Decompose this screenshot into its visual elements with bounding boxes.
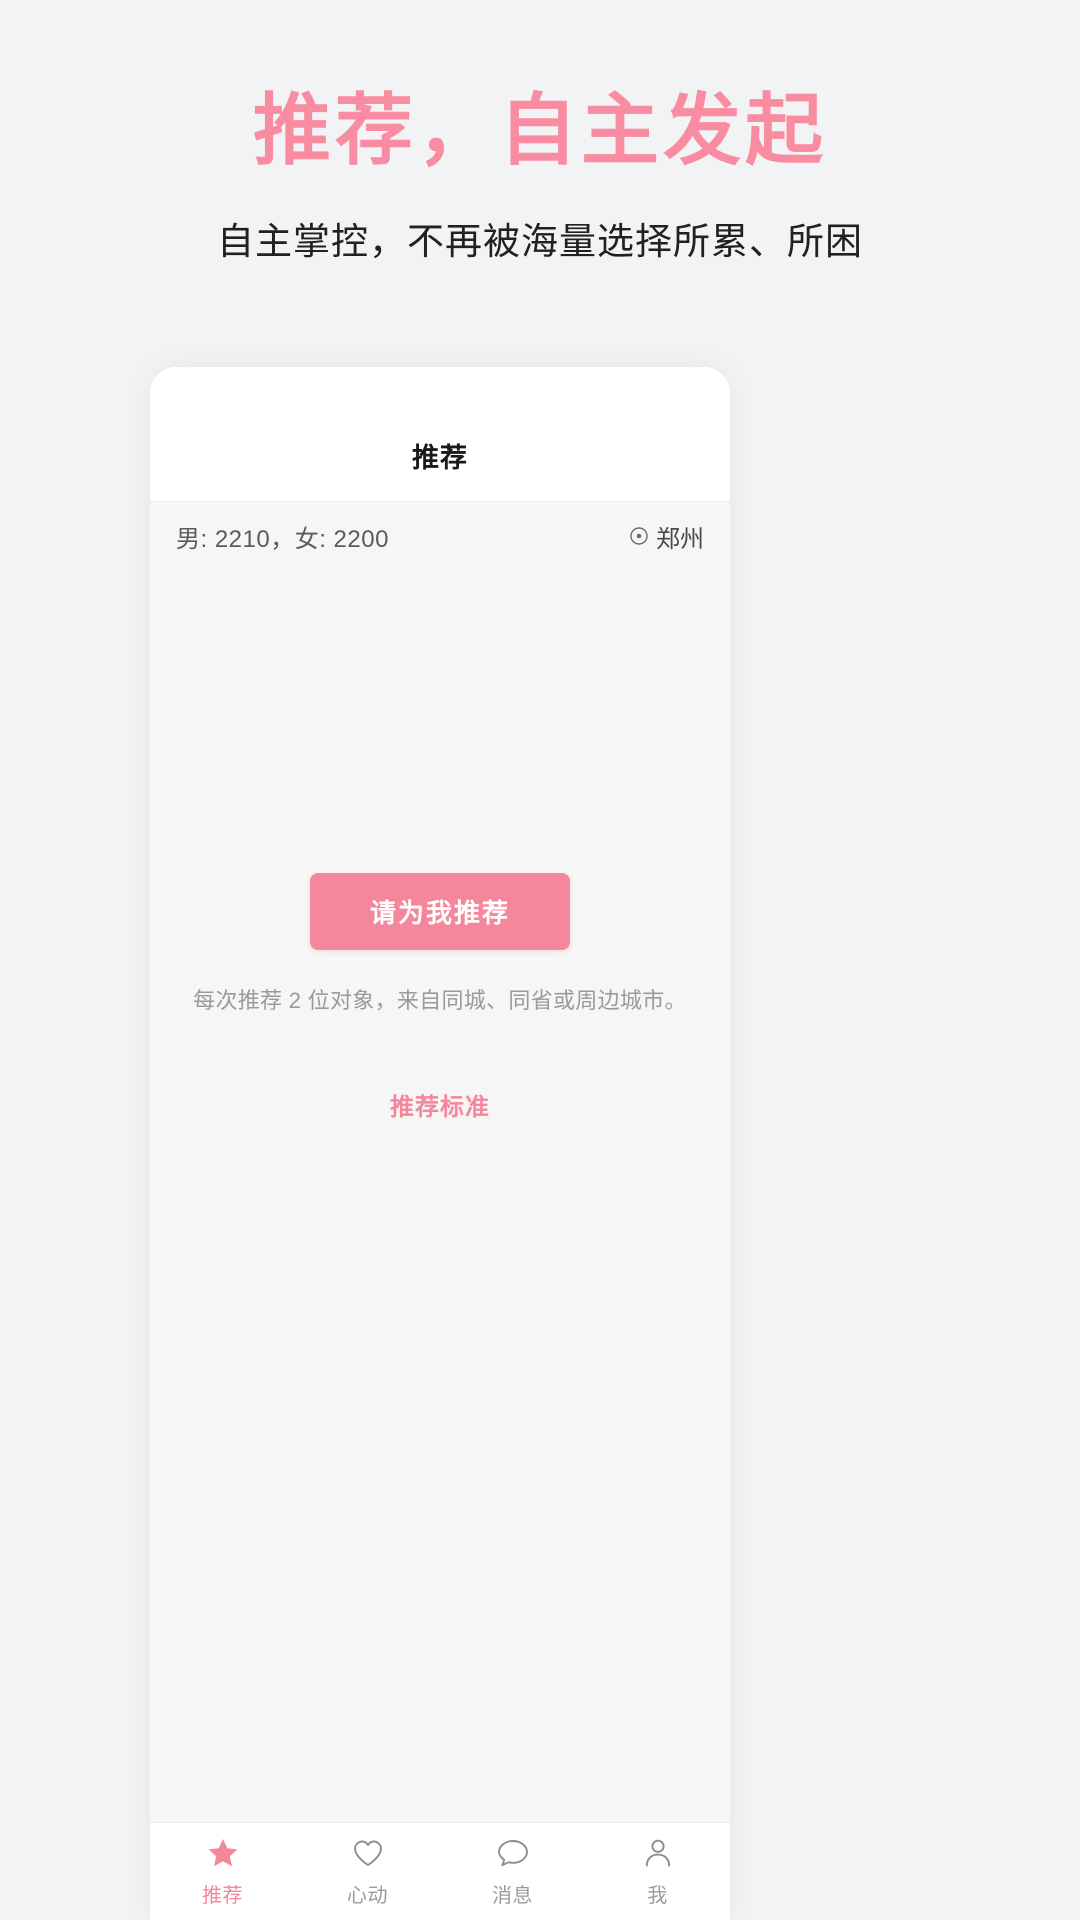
location-pin-icon bbox=[629, 526, 649, 546]
tab-likes[interactable]: 心动 bbox=[295, 1836, 440, 1908]
gender-counts: 男: 2210，女: 2200 bbox=[176, 525, 389, 553]
stats-row: 男: 2210，女: 2200 郑州 bbox=[150, 502, 730, 570]
tab-messages[interactable]: 消息 bbox=[440, 1836, 585, 1908]
phone-mockup: 推荐 男: 2210，女: 2200 郑州 请为我推荐 每次推荐 2 位对象，来… bbox=[150, 367, 730, 1920]
page-title: 推荐 bbox=[412, 443, 468, 473]
person-icon bbox=[641, 1836, 675, 1870]
location-label: 郑州 bbox=[656, 525, 704, 553]
heart-icon bbox=[351, 1836, 385, 1870]
star-icon bbox=[206, 1836, 240, 1870]
tab-recommend[interactable]: 推荐 bbox=[150, 1836, 295, 1908]
promo-subtitle: 自主掌控，不再被海量选择所累、所困 bbox=[217, 220, 863, 262]
tab-label-profile: 我 bbox=[647, 1884, 668, 1907]
tab-label-messages: 消息 bbox=[492, 1884, 533, 1907]
location-selector[interactable]: 郑州 bbox=[629, 519, 704, 554]
tab-label-likes: 心动 bbox=[347, 1884, 388, 1907]
app-header: 推荐 bbox=[150, 367, 730, 502]
recommend-content: 请为我推荐 每次推荐 2 位对象，来自同城、同省或周边城市。 推荐标准 bbox=[150, 570, 730, 1822]
promo-title: 推荐，自主发起 bbox=[252, 86, 827, 174]
promo-banner: 推荐，自主发起 自主掌控，不再被海量选择所累、所困 bbox=[0, 0, 1080, 264]
recommendation-standard-link[interactable]: 推荐标准 bbox=[390, 1087, 490, 1122]
bottom-tab-bar: 推荐 心动 消息 我 bbox=[150, 1822, 730, 1920]
tab-profile[interactable]: 我 bbox=[585, 1836, 730, 1908]
tab-label-recommend: 推荐 bbox=[202, 1884, 243, 1907]
recommendation-hint: 每次推荐 2 位对象，来自同城、同省或周边城市。 bbox=[193, 988, 687, 1013]
chat-bubble-icon bbox=[496, 1836, 530, 1870]
request-recommendation-button[interactable]: 请为我推荐 bbox=[310, 873, 570, 950]
